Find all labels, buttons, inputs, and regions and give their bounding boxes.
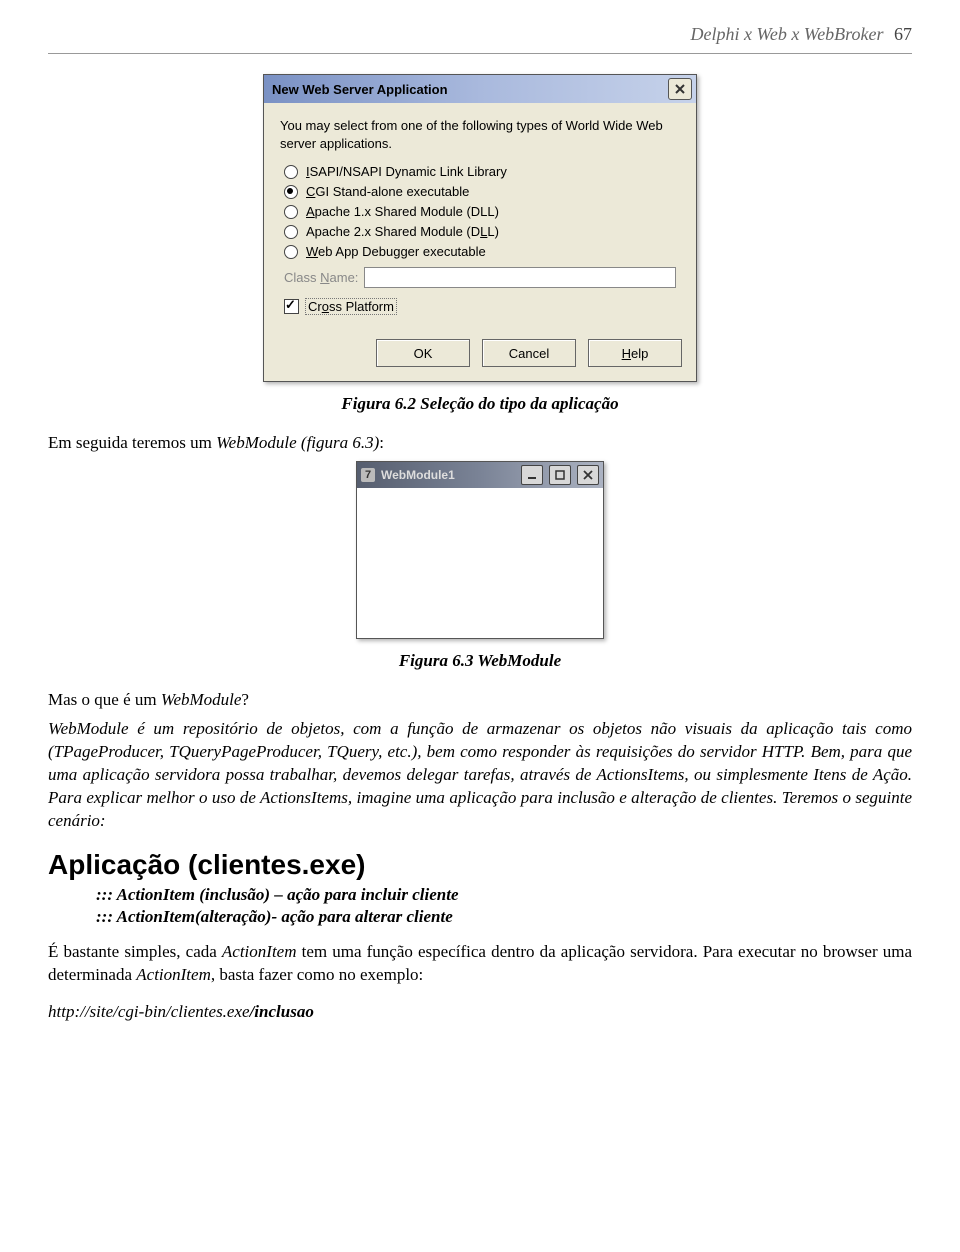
dialog-title: New Web Server Application	[272, 82, 668, 97]
heading-aplicacao: Aplicação (clientes.exe)	[48, 849, 912, 881]
radio-input[interactable]	[284, 245, 298, 259]
page-number: 67	[894, 24, 912, 44]
radio-input[interactable]	[284, 165, 298, 179]
close-icon	[675, 84, 685, 94]
maximize-button[interactable]	[549, 465, 571, 485]
figure-6-3: 7 WebModule1	[48, 461, 912, 639]
minimize-icon	[527, 470, 537, 480]
minimize-button[interactable]	[521, 465, 543, 485]
actionitem-alteracao: ::: ActionItem(alteração)- ação para alt…	[96, 907, 912, 927]
window-title: WebModule1	[381, 468, 515, 482]
radio-option-1[interactable]: CGI Stand-alone executable	[284, 184, 676, 199]
cross-platform-checkbox[interactable]	[284, 299, 299, 314]
window-client-area[interactable]	[357, 488, 603, 638]
radio-input[interactable]	[284, 205, 298, 219]
dialog-button-bar: OK Cancel Help	[278, 329, 682, 367]
window-titlebar[interactable]: 7 WebModule1	[357, 462, 603, 488]
actionitem-inclusao: ::: ActionItem (inclusão) – ação para in…	[96, 885, 912, 905]
help-button[interactable]: Help	[588, 339, 682, 367]
dialog-body: You may select from one of the following…	[264, 103, 696, 381]
radio-label: ISAPI/NSAPI Dynamic Link Library	[306, 164, 507, 179]
radio-input[interactable]	[284, 225, 298, 239]
dialog-new-web-server-app: New Web Server Application You may selec…	[263, 74, 697, 382]
radio-option-4[interactable]: Web App Debugger executable	[284, 244, 676, 259]
radio-option-2[interactable]: Apache 1.x Shared Module (DLL)	[284, 204, 676, 219]
close-icon	[583, 470, 593, 480]
page: Delphi x Web x WebBroker 67 New Web Serv…	[0, 0, 960, 1252]
header-rule	[48, 53, 912, 54]
paragraph-1: Em seguida teremos um WebModule (figura …	[48, 432, 912, 455]
radio-label: Apache 1.x Shared Module (DLL)	[306, 204, 499, 219]
cancel-button[interactable]: Cancel	[482, 339, 576, 367]
radio-label: Apache 2.x Shared Module (DLL)	[306, 224, 499, 239]
radio-label: Web App Debugger executable	[306, 244, 486, 259]
webmodule-window: 7 WebModule1	[356, 461, 604, 639]
cross-platform-row[interactable]: Cross Platform	[284, 298, 676, 315]
radio-option-0[interactable]: ISAPI/NSAPI Dynamic Link Library	[284, 164, 676, 179]
class-name-label: Class Name:	[284, 270, 358, 285]
figure-6-2: New Web Server Application You may selec…	[48, 74, 912, 382]
class-name-row: Class Name:	[284, 267, 676, 288]
dialog-intro-text: You may select from one of the following…	[280, 117, 680, 152]
radio-option-3[interactable]: Apache 2.x Shared Module (DLL)	[284, 224, 676, 239]
header-title: Delphi x Web x WebBroker	[691, 24, 884, 44]
radio-label: CGI Stand-alone executable	[306, 184, 469, 199]
figure-6-2-caption: Figura 6.2 Seleção do tipo da aplicação	[48, 394, 912, 414]
close-button[interactable]	[577, 465, 599, 485]
window-app-icon: 7	[361, 468, 375, 482]
close-button[interactable]	[668, 78, 692, 100]
paragraph-2: Mas o que é um WebModule?	[48, 689, 912, 712]
class-name-input[interactable]	[364, 267, 676, 288]
running-header: Delphi x Web x WebBroker 67	[48, 24, 912, 45]
dialog-titlebar[interactable]: New Web Server Application	[264, 75, 696, 103]
radio-input[interactable]	[284, 185, 298, 199]
cross-platform-label: Cross Platform	[305, 298, 397, 315]
paragraph-4: É bastante simples, cada ActionItem tem …	[48, 941, 912, 987]
example-url: http://site/cgi-bin/clientes.exe/inclusa…	[48, 1001, 912, 1024]
ok-button[interactable]: OK	[376, 339, 470, 367]
paragraph-3: WebModule é um repositório de objetos, c…	[48, 718, 912, 833]
figure-6-3-caption: Figura 6.3 WebModule	[48, 651, 912, 671]
maximize-icon	[555, 470, 565, 480]
